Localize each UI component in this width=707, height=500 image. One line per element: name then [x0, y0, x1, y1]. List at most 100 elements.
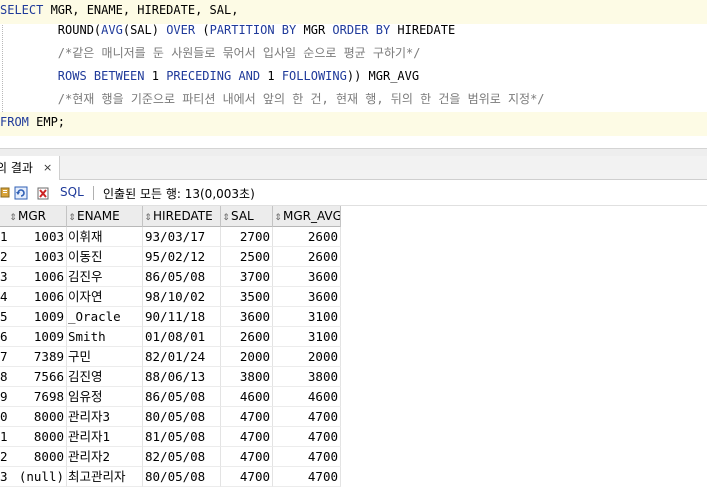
mgr-avg-cell[interactable]: 4700	[273, 447, 341, 467]
mgr-avg-cell[interactable]: 3600	[273, 287, 341, 307]
hiredate-cell[interactable]: 88/06/13	[143, 367, 221, 387]
sql-editor[interactable]: SELECT MGR, ENAME, HIREDATE, SAL, ROUND(…	[0, 0, 707, 148]
hiredate-cell[interactable]: 82/05/08	[143, 447, 221, 467]
export-icon[interactable]	[37, 186, 51, 200]
hiredate-cell[interactable]: 93/03/17	[143, 227, 221, 247]
sal-cell[interactable]: 4700	[221, 467, 273, 487]
ename-cell[interactable]: 임유정	[67, 387, 143, 407]
column-header-hiredate[interactable]: ⇕HIREDATE	[143, 206, 221, 227]
ename-cell[interactable]: 이휘재	[67, 227, 143, 247]
sal-cell[interactable]: 4700	[221, 427, 273, 447]
sql-keyword: AVG	[101, 23, 123, 37]
hiredate-cell[interactable]: 01/08/01	[143, 327, 221, 347]
sal-cell[interactable]: 4700	[221, 447, 273, 467]
hiredate-cell[interactable]: 81/05/08	[143, 427, 221, 447]
mgr-cell[interactable]: 1009	[8, 307, 67, 327]
sal-cell[interactable]: 3600	[221, 307, 273, 327]
sal-cell[interactable]: 2500	[221, 247, 273, 267]
table-row[interactable]: 4 1006 이자연 98/10/02 3500 3600	[0, 287, 341, 307]
hiredate-cell[interactable]: 82/01/24	[143, 347, 221, 367]
hiredate-cell[interactable]: 90/11/18	[143, 307, 221, 327]
mgr-avg-cell[interactable]: 4700	[273, 407, 341, 427]
hiredate-cell[interactable]: 86/05/08	[143, 387, 221, 407]
table-row[interactable]: 3 1006 김진우 86/05/08 3700 3600	[0, 267, 341, 287]
refresh-icon[interactable]	[14, 186, 28, 200]
mgr-cell[interactable]: 1003	[8, 227, 67, 247]
hiredate-cell[interactable]: 98/10/02	[143, 287, 221, 307]
sql-button[interactable]: SQL	[60, 185, 84, 199]
code-line[interactable]: /*현재 행을 기준으로 파티션 내에서 앞의 한 건, 현재 행, 뒤의 한 …	[0, 89, 707, 113]
table-row[interactable]: 5 1009 _Oracle 90/11/18 3600 3100	[0, 307, 341, 327]
mgr-avg-cell[interactable]: 3100	[273, 307, 341, 327]
code-line[interactable]: /*같은 매니저를 둔 사원들로 묶어서 입사일 순으로 평균 구하기*/	[0, 43, 707, 67]
mgr-cell[interactable]: 1006	[8, 267, 67, 287]
ename-cell[interactable]: 최고관리자	[67, 467, 143, 487]
ename-cell[interactable]: 김진영	[67, 367, 143, 387]
ename-cell[interactable]: Smith	[67, 327, 143, 347]
hiredate-cell[interactable]: 86/05/08	[143, 267, 221, 287]
mgr-cell[interactable]: 8000	[8, 407, 67, 427]
mgr-cell[interactable]: 1009	[8, 327, 67, 347]
pin-icon[interactable]	[0, 186, 12, 200]
ename-cell[interactable]: 구민	[67, 347, 143, 367]
sal-cell[interactable]: 2600	[221, 327, 273, 347]
mgr-cell[interactable]: 1006	[8, 287, 67, 307]
table-row[interactable]: 1 8000 관리자1 81/05/08 4700 4700	[0, 427, 341, 447]
mgr-avg-cell[interactable]: 4700	[273, 427, 341, 447]
table-row[interactable]: 0 8000 관리자3 80/05/08 4700 4700	[0, 407, 341, 427]
mgr-avg-cell[interactable]: 4600	[273, 387, 341, 407]
hiredate-cell[interactable]: 95/02/12	[143, 247, 221, 267]
code-line[interactable]: ROWS BETWEEN 1 PRECEDING AND 1 FOLLOWING…	[0, 66, 707, 90]
mgr-cell[interactable]: 7566	[8, 367, 67, 387]
hiredate-cell[interactable]: 80/05/08	[143, 407, 221, 427]
table-row[interactable]: 3 (null) 최고관리자 80/05/08 4700 4700	[0, 467, 341, 487]
table-row[interactable]: 9 7698 임유정 86/05/08 4600 4600	[0, 387, 341, 407]
table-row[interactable]: 2 8000 관리자2 82/05/08 4700 4700	[0, 447, 341, 467]
sal-cell[interactable]: 4600	[221, 387, 273, 407]
hiredate-cell[interactable]: 80/05/08	[143, 467, 221, 487]
mgr-cell[interactable]: 7698	[8, 387, 67, 407]
ename-cell[interactable]: 관리자1	[67, 427, 143, 447]
mgr-cell[interactable]: 8000	[8, 427, 67, 447]
mgr-avg-cell[interactable]: 4700	[273, 467, 341, 487]
sql-keyword: FROM	[0, 115, 29, 129]
mgr-avg-cell[interactable]: 3800	[273, 367, 341, 387]
column-header-sal[interactable]: ⇕SAL	[221, 206, 273, 227]
ename-cell[interactable]: 이자연	[67, 287, 143, 307]
table-row[interactable]: 1 1003 이휘재 93/03/17 2700 2600	[0, 227, 341, 247]
code-line[interactable]: ROUND(AVG(SAL) OVER (PARTITION BY MGR OR…	[0, 20, 707, 44]
mgr-cell[interactable]: 8000	[8, 447, 67, 467]
sal-cell[interactable]: 3500	[221, 287, 273, 307]
column-header-mgr[interactable]: ⇕MGR	[8, 206, 67, 227]
table-row[interactable]: 8 7566 김진영 88/06/13 3800 3800	[0, 367, 341, 387]
column-header-ename[interactable]: ⇕ENAME	[67, 206, 143, 227]
sql-text: 1	[144, 69, 167, 83]
mgr-avg-cell[interactable]: 3100	[273, 327, 341, 347]
sal-cell[interactable]: 3700	[221, 267, 273, 287]
sal-cell[interactable]: 2000	[221, 347, 273, 367]
mgr-cell[interactable]: 1003	[8, 247, 67, 267]
mgr-cell[interactable]: 7389	[8, 347, 67, 367]
column-header-mgr-avg[interactable]: ⇕MGR_AVG	[273, 206, 341, 227]
mgr-avg-cell[interactable]: 3600	[273, 267, 341, 287]
mgr-cell[interactable]: (null)	[8, 467, 67, 487]
ename-cell[interactable]: _Oracle	[67, 307, 143, 327]
code-line[interactable]: FROM EMP;	[0, 112, 707, 136]
sal-cell[interactable]: 3800	[221, 367, 273, 387]
sal-cell[interactable]: 2700	[221, 227, 273, 247]
ename-cell[interactable]: 이동진	[67, 247, 143, 267]
ename-cell[interactable]: 김진우	[67, 267, 143, 287]
table-row[interactable]: 6 1009 Smith 01/08/01 2600 3100	[0, 327, 341, 347]
ename-cell[interactable]: 관리자3	[67, 407, 143, 427]
mgr-avg-cell[interactable]: 2000	[273, 347, 341, 367]
sal-cell[interactable]: 4700	[221, 407, 273, 427]
tab-query-result[interactable]: 의 결과 ×	[0, 156, 60, 180]
close-icon[interactable]: ×	[43, 156, 52, 180]
mgr-avg-cell[interactable]: 2600	[273, 227, 341, 247]
ename-cell[interactable]: 관리자2	[67, 447, 143, 467]
table-row[interactable]: 7 7389 구민 82/01/24 2000 2000	[0, 347, 341, 367]
table-row[interactable]: 2 1003 이동진 95/02/12 2500 2600	[0, 247, 341, 267]
mgr-avg-cell[interactable]: 2600	[273, 247, 341, 267]
panel-splitter[interactable]	[0, 148, 707, 156]
sql-text: )) MGR_AVG	[346, 69, 420, 83]
